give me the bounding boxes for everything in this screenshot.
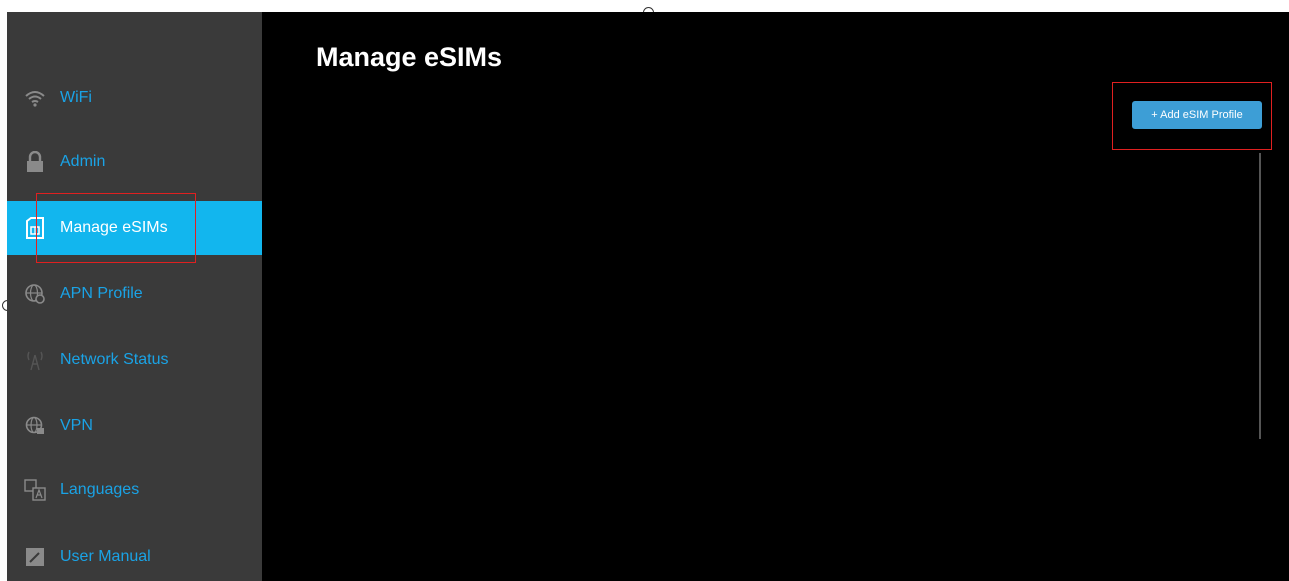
translate-icon [24, 479, 46, 501]
signal-tower-icon [24, 349, 46, 371]
sim-card-icon [24, 217, 46, 239]
sidebar-item-label: APN Profile [60, 285, 143, 302]
page-title: Manage eSIMs [316, 42, 503, 72]
sidebar-item-network-status[interactable]: Network Status [7, 333, 262, 387]
sidebar-item-label: Network Status [60, 351, 169, 368]
sidebar: WiFi Admin Manage eSIMs APN Profile Netw [7, 12, 262, 581]
sidebar-item-vpn[interactable]: VPN [7, 399, 262, 453]
sidebar-item-manage-esims[interactable]: Manage eSIMs [7, 201, 262, 255]
sidebar-item-label: Admin [60, 153, 106, 170]
sidebar-item-wifi[interactable]: WiFi [7, 71, 262, 125]
globe-lock-icon [24, 415, 46, 437]
globe-gear-icon [24, 283, 46, 305]
sidebar-item-apn-profile[interactable]: APN Profile [7, 267, 262, 321]
sidebar-item-languages[interactable]: Languages [7, 463, 262, 517]
scrollbar[interactable] [1259, 153, 1261, 439]
sidebar-item-user-manual[interactable]: User Manual [7, 530, 262, 581]
sidebar-item-label: Languages [60, 481, 140, 498]
wifi-icon [24, 87, 46, 109]
add-esim-profile-button[interactable]: + Add eSIM Profile [1132, 101, 1262, 129]
app-window: WiFi Admin Manage eSIMs APN Profile Netw [7, 12, 1289, 581]
sidebar-item-label: User Manual [60, 548, 151, 565]
sidebar-item-label: WiFi [60, 89, 92, 106]
sidebar-item-admin[interactable]: Admin [7, 135, 262, 189]
manual-icon [24, 546, 46, 568]
lock-icon [24, 151, 46, 173]
sidebar-item-label: Manage eSIMs [60, 219, 168, 236]
sidebar-item-label: VPN [60, 417, 93, 434]
